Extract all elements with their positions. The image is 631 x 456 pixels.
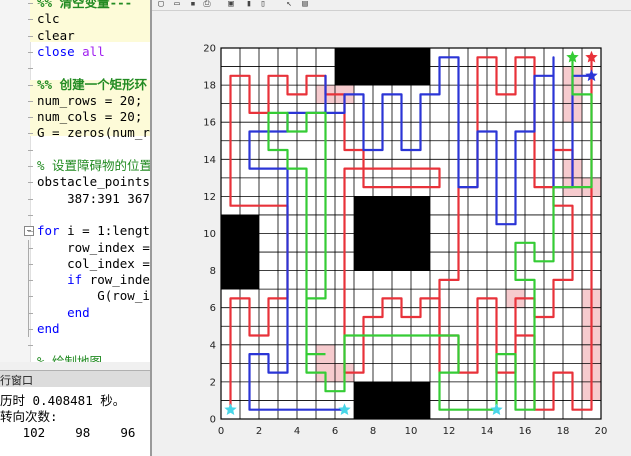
code-line: % 绘制地图 bbox=[37, 353, 103, 362]
gutter-tick bbox=[28, 231, 33, 233]
y-tick-label: 0 bbox=[210, 415, 216, 426]
y-tick-label: 14 bbox=[203, 155, 216, 166]
x-tick-label: 4 bbox=[294, 426, 300, 437]
gutter-tick bbox=[28, 100, 33, 102]
gutter-tick bbox=[28, 296, 33, 298]
editor-gutter bbox=[0, 0, 31, 362]
gutter-tick bbox=[28, 312, 33, 314]
command-window[interactable]: 历时 0.408481 秒。 转向次数: 102 98 96 bbox=[0, 387, 153, 456]
code-line: close all bbox=[37, 43, 105, 59]
code-line: num_cols = 20; bbox=[37, 109, 143, 125]
gutter-tick bbox=[28, 345, 33, 347]
gutter-tick bbox=[28, 182, 33, 184]
code-line: end bbox=[37, 304, 90, 320]
gutter-tick bbox=[28, 247, 33, 249]
cmd-output-line: 历时 0.408481 秒。 bbox=[0, 393, 126, 408]
code-line: %% 清空变量--- bbox=[37, 0, 133, 10]
y-tick-label: 2 bbox=[210, 377, 216, 388]
x-tick-label: 20 bbox=[595, 426, 608, 437]
x-tick-label: 16 bbox=[519, 426, 532, 437]
gutter-tick bbox=[28, 35, 33, 37]
gutter-tick bbox=[28, 149, 33, 151]
x-tick-label: 6 bbox=[332, 426, 338, 437]
cmd-output-line: 102 98 96 bbox=[0, 425, 136, 440]
gutter-tick bbox=[28, 329, 33, 330]
y-tick-label: 20 bbox=[203, 44, 216, 55]
y-tick-label: 16 bbox=[203, 118, 216, 129]
code-line: num_rows = 20; bbox=[37, 92, 143, 108]
code-line: end bbox=[37, 321, 60, 336]
y-tick-label: 10 bbox=[203, 229, 216, 240]
figure-window: ▢ ▭ ▪ ⎙ ▣ ▮ ▯ ↖ ▤ 0 2 4 6 8 10 12 14 16 18 20 0 2 4 6 8 10 12 14 16… bbox=[150, 0, 631, 456]
gutter-tick bbox=[28, 214, 33, 216]
obstacle-block bbox=[354, 196, 430, 271]
x-tick-label: 10 bbox=[405, 426, 418, 437]
x-tick-label: 8 bbox=[370, 426, 376, 437]
code-line: obstacle_points = bbox=[37, 174, 153, 190]
gutter-tick bbox=[28, 19, 33, 21]
code-line: clc bbox=[37, 11, 60, 27]
obstacle-block bbox=[354, 381, 430, 419]
gutter-tick bbox=[28, 280, 33, 282]
y-tick-label: 4 bbox=[210, 340, 216, 351]
x-tick-label: 2 bbox=[256, 426, 262, 437]
code-line: %% 创建一个矩形环 bbox=[37, 76, 148, 92]
gutter-tick bbox=[28, 51, 33, 53]
code-line: G(row_ind bbox=[37, 288, 153, 304]
code-line: G = zeros(num_row bbox=[37, 125, 153, 141]
gutter-tick bbox=[28, 198, 33, 200]
gutter-tick bbox=[28, 3, 33, 4]
gutter-tick bbox=[28, 133, 33, 135]
code-line: row_index = c bbox=[37, 239, 153, 255]
command-window-title: 行窗口 bbox=[0, 374, 33, 387]
gutter-tick bbox=[28, 68, 33, 70]
gutter-tick bbox=[28, 263, 33, 265]
code-editor[interactable]: %% 清空变量--- clc clear close all%% 创建一个矩形环 num… bbox=[0, 0, 153, 362]
x-tick-label: 18 bbox=[557, 426, 570, 437]
obstacle-block bbox=[335, 48, 430, 86]
y-tick-label: 18 bbox=[203, 81, 216, 92]
y-tick-label: 6 bbox=[210, 303, 216, 314]
gutter-tick bbox=[28, 117, 33, 119]
x-tick-label: 0 bbox=[218, 426, 224, 437]
code-line: col_index = m bbox=[37, 255, 153, 271]
code-line: for i = 1:length( bbox=[37, 223, 153, 239]
command-window-header[interactable]: 行窗口 bbox=[0, 370, 153, 388]
y-tick-label: 12 bbox=[203, 192, 216, 203]
fold-line bbox=[28, 239, 29, 338]
x-tick-label: 14 bbox=[481, 426, 494, 437]
obstacle-block bbox=[221, 214, 259, 290]
code-line: % 设置障碍物的位置 bbox=[37, 158, 153, 173]
cmd-output-line: 转向次数: bbox=[0, 409, 58, 424]
x-tick-label: 12 bbox=[443, 426, 456, 437]
code-line: if row_index bbox=[37, 272, 153, 288]
plot-area[interactable]: 0 2 4 6 8 10 12 14 16 18 20 0 2 4 6 8 10 12 14 16 18 20 bbox=[152, 0, 631, 456]
y-tick-label: 8 bbox=[210, 266, 216, 277]
gutter-tick bbox=[28, 84, 33, 86]
gutter-tick bbox=[28, 166, 33, 167]
code-line: clear bbox=[37, 27, 75, 43]
code-line: 387:391 367:3 bbox=[37, 190, 153, 206]
